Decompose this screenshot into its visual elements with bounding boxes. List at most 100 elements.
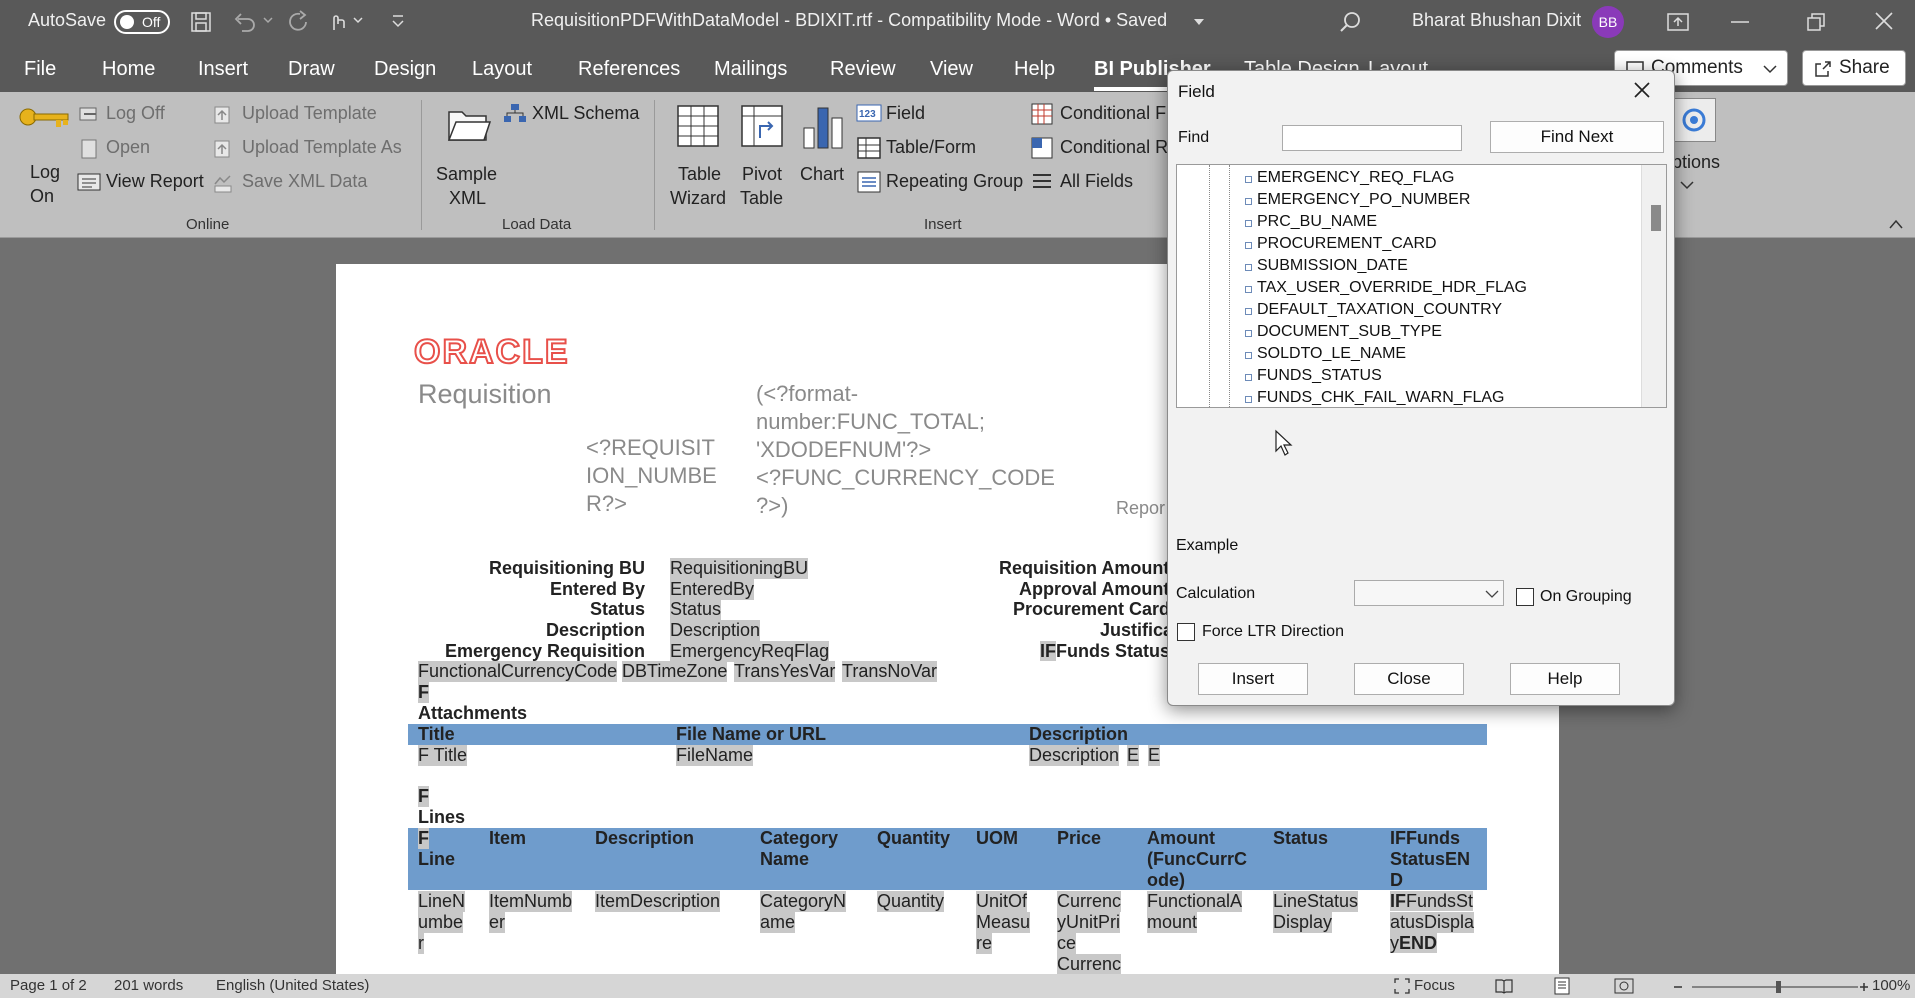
- field-description[interactable]: Description: [670, 620, 761, 641]
- price-1[interactable]: Currenc: [1057, 891, 1122, 912]
- ribbon-display-options-icon[interactable]: [1666, 11, 1690, 33]
- find-next-button[interactable]: Find Next: [1490, 121, 1664, 153]
- tree-item-soldto-le-name[interactable]: SOLDTO_LE_NAME: [1257, 345, 1406, 363]
- field-emergency-req-flag[interactable]: EmergencyReqFlag: [670, 641, 830, 662]
- item-number-2[interactable]: er: [489, 912, 506, 933]
- print-layout-icon[interactable]: [1554, 977, 1570, 995]
- undo-icon[interactable]: [232, 10, 258, 34]
- tree-scrollbar-thumb[interactable]: [1651, 205, 1661, 231]
- tab-references[interactable]: References: [578, 58, 680, 81]
- pivot-table-button[interactable]: Pivot Table: [734, 102, 790, 212]
- line-number-1[interactable]: LineN: [418, 891, 466, 912]
- close-button[interactable]: Close: [1354, 663, 1464, 695]
- table-form-button[interactable]: Table/Form: [886, 137, 976, 158]
- category-name-1[interactable]: CategoryN: [760, 891, 847, 912]
- amount-2[interactable]: mount: [1147, 912, 1198, 933]
- redo-icon[interactable]: [286, 10, 312, 34]
- table-wizard-button[interactable]: Table Wizard: [668, 102, 726, 212]
- focus-button[interactable]: Focus: [1414, 977, 1455, 994]
- sample-xml-button[interactable]: Sample XML: [434, 102, 504, 212]
- line-number-2[interactable]: umbe: [418, 912, 464, 933]
- read-mode-icon[interactable]: [1494, 978, 1514, 994]
- attachment-file-name[interactable]: FileName: [676, 745, 754, 766]
- uom-3[interactable]: re: [976, 933, 993, 954]
- calculation-select[interactable]: [1354, 580, 1504, 606]
- find-input[interactable]: [1282, 125, 1462, 151]
- attachment-title[interactable]: F Title: [418, 745, 468, 766]
- tab-design[interactable]: Design: [374, 58, 436, 81]
- tab-insert[interactable]: Insert: [198, 58, 248, 81]
- tab-view[interactable]: View: [930, 58, 973, 81]
- autosave-toggle[interactable]: Off: [114, 10, 170, 34]
- log-on-button[interactable]: Log On: [14, 100, 74, 212]
- restore-icon[interactable]: [1806, 12, 1826, 32]
- help-button[interactable]: Help: [1510, 663, 1620, 695]
- field-trans-yes-var[interactable]: TransYesVar: [734, 661, 836, 682]
- undo-dropdown-icon[interactable]: [262, 14, 274, 26]
- price-3[interactable]: ce: [1057, 933, 1077, 954]
- save-icon[interactable]: [190, 11, 212, 33]
- page-count[interactable]: Page 1 of 2: [10, 977, 87, 994]
- title-dropdown-icon[interactable]: [1192, 16, 1206, 28]
- avatar[interactable]: BB: [1592, 6, 1624, 38]
- line-status-2[interactable]: Display: [1273, 912, 1333, 933]
- tab-review[interactable]: Review: [830, 58, 896, 81]
- lines-header-f[interactable]: F: [418, 828, 429, 849]
- force-ltr-checkbox[interactable]: [1177, 623, 1195, 641]
- touch-dropdown-icon[interactable]: [352, 14, 364, 26]
- log-off-button[interactable]: Log Off: [106, 103, 165, 124]
- field-trans-no-var[interactable]: TransNoVar: [842, 661, 938, 682]
- zoom-level[interactable]: 100%: [1872, 977, 1910, 994]
- tree-item-tax-user-override[interactable]: TAX_USER_OVERRIDE_HDR_FLAG: [1257, 279, 1527, 297]
- tree-scrollbar[interactable]: [1641, 165, 1666, 407]
- tree-item-emergency-req-flag[interactable]: EMERGENCY_REQ_FLAG: [1257, 169, 1454, 187]
- options-button[interactable]: [1672, 98, 1716, 142]
- search-icon[interactable]: [1338, 10, 1362, 34]
- lines-for-each-marker[interactable]: F: [418, 786, 429, 807]
- word-count[interactable]: 201 words: [114, 977, 183, 994]
- line-status-1[interactable]: LineStatus: [1273, 891, 1359, 912]
- end-marker-1[interactable]: E: [1127, 745, 1140, 766]
- tab-mailings[interactable]: Mailings: [714, 58, 787, 81]
- repeating-group-button[interactable]: Repeating Group: [886, 171, 1023, 192]
- view-report-button[interactable]: View Report: [106, 171, 204, 192]
- field-functional-currency-code[interactable]: FunctionalCurrencyCode: [418, 661, 618, 682]
- field-entered-by[interactable]: EnteredBy: [670, 579, 755, 600]
- if-marker[interactable]: IF: [1040, 641, 1056, 661]
- zoom-slider[interactable]: [1672, 980, 1868, 994]
- field-requisitioning-bu[interactable]: RequisitioningBU: [670, 558, 809, 579]
- uom-1[interactable]: UnitOf: [976, 891, 1028, 912]
- tab-layout[interactable]: Layout: [472, 58, 532, 81]
- share-button[interactable]: Share: [1802, 50, 1906, 86]
- insert-button[interactable]: Insert: [1198, 663, 1308, 695]
- price-4[interactable]: Currenc: [1057, 954, 1122, 974]
- field-tree[interactable]: EMERGENCY_REQ_FLAG EMERGENCY_PO_NUMBER P…: [1176, 164, 1667, 408]
- tree-item-funds-status[interactable]: FUNDS_STATUS: [1257, 367, 1382, 385]
- field-button[interactable]: Field: [886, 103, 925, 124]
- tab-help[interactable]: Help: [1014, 58, 1055, 81]
- on-grouping-checkbox[interactable]: [1516, 588, 1534, 606]
- quantity[interactable]: Quantity: [877, 891, 945, 912]
- end-marker-2[interactable]: E: [1148, 745, 1161, 766]
- touch-mode-icon[interactable]: [326, 10, 350, 34]
- tree-item-emergency-po-number[interactable]: EMERGENCY_PO_NUMBER: [1257, 191, 1470, 209]
- options-chevron-icon[interactable]: [1680, 180, 1694, 190]
- xml-schema-button[interactable]: XML Schema: [532, 103, 639, 124]
- tree-item-procurement-card[interactable]: PROCUREMENT_CARD: [1257, 235, 1437, 253]
- close-window-icon[interactable]: [1874, 11, 1894, 31]
- all-fields-button[interactable]: All Fields: [1060, 171, 1133, 192]
- collapse-ribbon-icon[interactable]: [1888, 218, 1904, 230]
- funds-end-marker[interactable]: END: [1399, 933, 1438, 953]
- web-layout-icon[interactable]: [1614, 978, 1634, 994]
- funds-status-cell-3[interactable]: yEND: [1390, 933, 1438, 954]
- open-button[interactable]: Open: [106, 137, 150, 158]
- tree-item-default-taxation-country[interactable]: DEFAULT_TAXATION_COUNTRY: [1257, 301, 1502, 319]
- item-number-1[interactable]: ItemNumb: [489, 891, 573, 912]
- language[interactable]: English (United States): [216, 977, 369, 994]
- field-db-time-zone[interactable]: DBTimeZone: [622, 661, 728, 682]
- funds-status-cell-1[interactable]: IFFundsSt: [1390, 891, 1474, 912]
- funds-if-marker[interactable]: IF: [1390, 891, 1406, 911]
- tree-item-document-sub-type[interactable]: DOCUMENT_SUB_TYPE: [1257, 323, 1442, 341]
- minimize-icon[interactable]: [1730, 20, 1750, 24]
- tab-home[interactable]: Home: [102, 58, 155, 81]
